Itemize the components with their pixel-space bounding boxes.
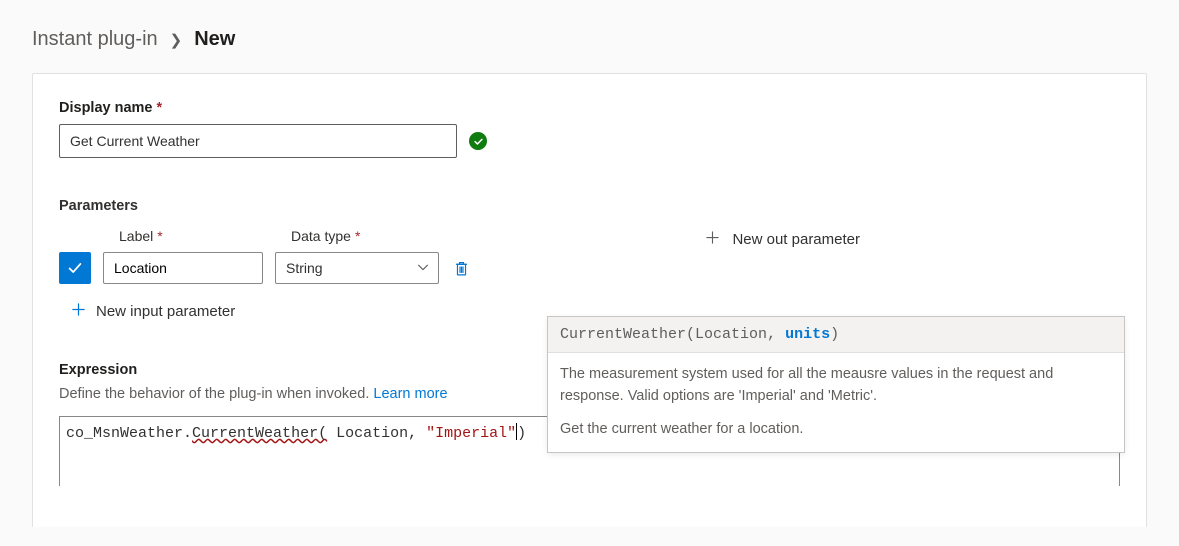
learn-more-link[interactable]: Learn more <box>373 386 447 402</box>
param-row: String <box>59 252 471 284</box>
param-checkbox[interactable] <box>59 252 91 284</box>
plus-icon <box>705 230 720 249</box>
delete-param-button[interactable] <box>451 258 471 278</box>
display-name-label: Display name* <box>59 100 1120 116</box>
param-col-datatype: Data type* <box>291 228 463 244</box>
tooltip-param-description: The measurement system used for all the … <box>560 363 1112 408</box>
add-out-param-label: New out parameter <box>732 231 860 248</box>
param-datatype-value: String <box>286 260 323 276</box>
chevron-right-icon: ❯ <box>170 31 183 49</box>
required-asterisk: * <box>157 100 163 116</box>
add-out-param-button[interactable]: New out parameter <box>705 230 860 249</box>
plus-icon <box>71 302 86 321</box>
tooltip-signature: CurrentWeather(Location, units) <box>548 317 1124 353</box>
parameters-heading: Parameters <box>59 198 1120 214</box>
tooltip-function-description: Get the current weather for a location. <box>560 418 1112 440</box>
chevron-down-icon <box>416 260 430 277</box>
check-circle-icon <box>469 132 487 150</box>
breadcrumb: Instant plug-in ❯ New <box>32 28 1147 51</box>
intellisense-tooltip: CurrentWeather(Location, units) The meas… <box>547 316 1125 453</box>
editor-panel: Display name* Parameters Label* Data typ… <box>32 73 1147 527</box>
add-input-param-label: New input parameter <box>96 303 235 320</box>
breadcrumb-parent[interactable]: Instant plug-in <box>32 28 158 51</box>
add-input-param-button[interactable]: New input parameter <box>71 302 235 321</box>
param-col-label: Label* <box>119 228 291 244</box>
param-label-input[interactable] <box>103 252 263 284</box>
breadcrumb-current: New <box>194 28 235 51</box>
display-name-input[interactable] <box>59 124 457 158</box>
param-datatype-select[interactable]: String <box>275 252 439 284</box>
